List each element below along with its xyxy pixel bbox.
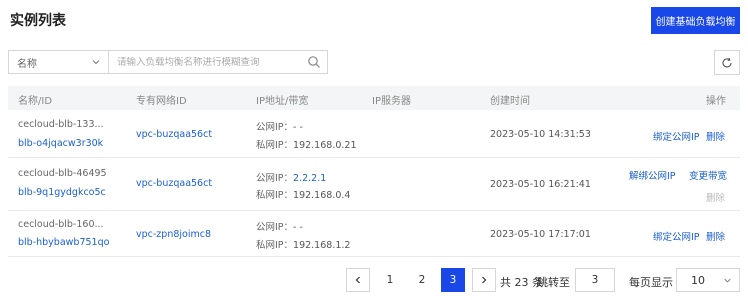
col-ip-server: IP服务器 <box>372 96 411 107</box>
table-row: cecloud-blb-160... blb-hbybawb751qo vpc-… <box>8 211 740 257</box>
created-time: 2023-05-10 17:17:01 <box>490 229 591 240</box>
public-ip-value: - - <box>293 222 303 233</box>
public-ip-value: - - <box>293 122 303 133</box>
create-load-balancer-button[interactable]: 创建基础负载均衡 <box>651 7 740 34</box>
chevron-left-icon <box>355 276 360 284</box>
vpc-id-link[interactable]: vpc-buzqaa56ct <box>136 129 212 140</box>
page-button-current[interactable]: 3 <box>441 268 465 292</box>
prev-page-button[interactable] <box>346 268 370 292</box>
vpc-id-link[interactable]: vpc-buzqaa56ct <box>136 178 212 189</box>
filter-field-value: 名称 <box>17 58 37 70</box>
bind-public-ip-link[interactable]: 绑定公网IP <box>653 229 700 243</box>
private-ip-value: 192.168.1.2 <box>293 240 351 251</box>
private-ip-value: 192.168.0.21 <box>293 140 357 151</box>
private-ip-line: 私网IP：192.168.0.21 <box>256 137 357 151</box>
col-actions: 操作 <box>706 96 726 107</box>
bind-public-ip-link[interactable]: 绑定公网IP <box>653 129 700 143</box>
per-page-value: 10 <box>691 273 705 287</box>
instance-id-link[interactable]: blb-o4jqacw3r30k <box>18 138 103 149</box>
private-ip-label: 私网IP： <box>256 190 294 201</box>
private-ip-value: 192.168.0.4 <box>293 190 351 201</box>
refresh-icon <box>722 57 732 67</box>
jump-page-input[interactable]: 3 <box>575 268 615 292</box>
created-time: 2023-05-10 16:21:41 <box>490 179 591 190</box>
col-vpc-id: 专有网络ID <box>136 96 187 107</box>
chevron-down-icon <box>92 60 100 65</box>
page-button[interactable]: 1 <box>378 268 402 292</box>
per-page-select[interactable]: 10 <box>676 268 740 292</box>
instance-name: cecloud-blb-46495 <box>18 168 107 179</box>
public-ip-label: 公网IP： <box>256 122 294 133</box>
private-ip-line: 私网IP：192.168.0.4 <box>256 187 350 201</box>
jump-label: 跳转至 <box>537 276 570 289</box>
public-ip-line: 公网IP：- - <box>256 119 303 133</box>
public-ip-label: 公网IP： <box>256 173 294 184</box>
instance-name: cecloud-blb-160... <box>18 219 104 230</box>
public-ip-value[interactable]: 2.2.2.1 <box>293 173 326 184</box>
refresh-button[interactable] <box>714 50 740 75</box>
change-bandwidth-link[interactable]: 变更带宽 <box>689 168 727 182</box>
filter-field-select[interactable]: 名称 <box>8 50 108 74</box>
unbind-public-ip-link[interactable]: 解绑公网IP <box>629 168 676 182</box>
created-time: 2023-05-10 14:31:53 <box>490 129 591 140</box>
table-header: 名称/ID 专有网络ID IP地址/带宽 IP服务器 创建时间 操作 <box>8 86 740 110</box>
instance-id-link[interactable]: blb-9q1gydgkco5c <box>18 187 106 198</box>
private-ip-label: 私网IP： <box>256 240 294 251</box>
public-ip-line: 公网IP：- - <box>256 219 303 233</box>
next-page-button[interactable] <box>472 268 496 292</box>
col-name-id: 名称/ID <box>18 96 53 107</box>
table-row: cecloud-blb-46495 blb-9q1gydgkco5c vpc-b… <box>8 158 740 211</box>
page-button[interactable]: 2 <box>410 268 434 292</box>
vpc-id-link[interactable]: vpc-zpn8joimc8 <box>136 229 211 240</box>
public-ip-label: 公网IP： <box>256 222 294 233</box>
instance-name: cecloud-blb-133... <box>18 119 104 130</box>
delete-link[interactable]: 删除 <box>706 229 725 243</box>
chevron-right-icon <box>482 276 487 284</box>
chevron-down-icon <box>724 278 731 283</box>
search-icon[interactable] <box>307 55 321 69</box>
table-row: cecloud-blb-133... blb-o4jqacw3r30k vpc-… <box>8 110 740 158</box>
per-page-label: 每页显示 <box>629 276 673 289</box>
page-title: 实例列表 <box>10 13 66 29</box>
col-created-time: 创建时间 <box>490 96 530 107</box>
delete-link[interactable]: 删除 <box>706 129 725 143</box>
col-ip-bandwidth: IP地址/带宽 <box>256 96 309 107</box>
private-ip-line: 私网IP：192.168.1.2 <box>256 237 350 251</box>
delete-link-disabled: 删除 <box>706 193 726 204</box>
search-box <box>108 50 328 74</box>
search-input[interactable] <box>117 56 297 68</box>
instance-id-link[interactable]: blb-hbybawb751qo <box>18 237 109 248</box>
public-ip-line: 公网IP：2.2.2.1 <box>256 170 326 184</box>
private-ip-label: 私网IP： <box>256 140 294 151</box>
